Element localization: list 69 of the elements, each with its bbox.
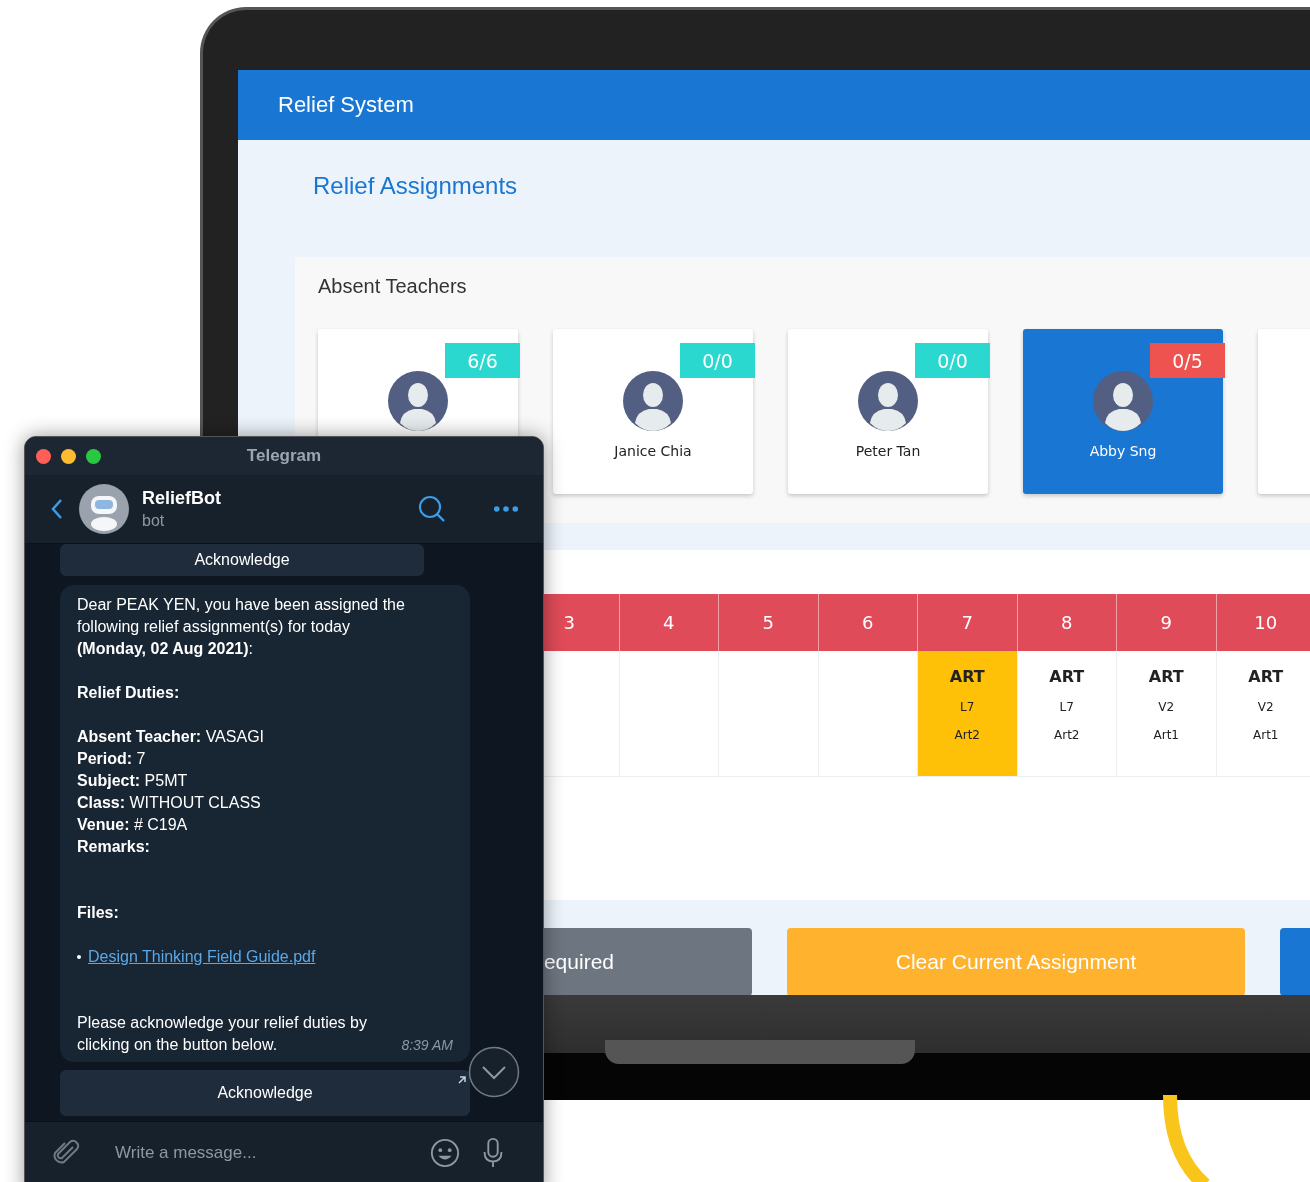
message-heading: Relief Duties: [77, 683, 181, 703]
room-text: L7 [960, 700, 975, 714]
chat-status: bot [142, 512, 166, 530]
class-text: Art2 [954, 728, 980, 742]
teacher-name: Abby Sng [1089, 443, 1157, 459]
section-title: Absent Teachers [318, 275, 468, 298]
timetable-cell[interactable]: ART V2 Art1 [1215, 651, 1310, 777]
bullet-icon [77, 955, 81, 959]
count-badge: 0/0 [915, 343, 990, 378]
timetable-cell[interactable] [718, 651, 818, 777]
teacher-name: Peter Tan [855, 443, 921, 459]
room-text: L7 [1059, 700, 1074, 714]
period-header: 5 [718, 594, 818, 651]
minimize-icon[interactable] [61, 448, 76, 464]
message-heading: Files: [77, 903, 120, 923]
count-badge: 0/0 [680, 343, 755, 378]
timetable-cell[interactable]: ART V2 Art1 [1116, 651, 1216, 777]
maximize-icon[interactable] [86, 448, 101, 464]
more-icon[interactable] [493, 505, 519, 513]
timetable-cell[interactable]: ART L7 Art2 [917, 651, 1017, 777]
room-text: V2 [1257, 700, 1274, 714]
arrow-icon [457, 1075, 467, 1085]
count-badge: 6/6 [445, 343, 520, 378]
detail-line: Subject: P5MT [77, 771, 189, 791]
detail-line: Absent Teacher: VASAGI [77, 727, 266, 747]
class-text: Art1 [1153, 728, 1179, 742]
avatar-icon [858, 371, 918, 431]
timetable-cell[interactable]: ART L7 Art2 [1016, 651, 1116, 777]
message-text: Please acknowledge your relief duties by clicking on the button below. [77, 1013, 368, 1055]
teacher-card[interactable]: 0/5 Abby Sng [1023, 329, 1223, 494]
period-header: 6 [817, 594, 917, 651]
period-header: 7 [917, 594, 1017, 651]
teacher-card[interactable]: 0/0 Peter Tan [788, 329, 988, 494]
bot-avatar-icon [79, 484, 129, 534]
detail-line: Class: WITHOUT CLASS [77, 793, 262, 813]
period-header: 9 [1116, 594, 1216, 651]
period-header: 4 [618, 594, 718, 651]
class-text: Art2 [1054, 728, 1080, 742]
avatar-icon [623, 371, 683, 431]
scroll-down-icon[interactable] [468, 1046, 520, 1098]
subject-text: ART [1049, 667, 1085, 686]
count-badge: 0/5 [1150, 343, 1225, 378]
class-text: Art1 [1253, 728, 1279, 742]
subject-text: ART [949, 667, 985, 686]
page-title: Relief Assignments [312, 171, 519, 201]
acknowledge-button[interactable]: Acknowledge [60, 544, 424, 576]
teacher-card[interactable]: 0/0 Janice Chia [553, 329, 753, 494]
back-icon[interactable] [51, 498, 63, 520]
detail-line: Venue: # C19A [77, 815, 189, 835]
detail-line: Period: 7 [77, 749, 147, 769]
avatar-icon [1093, 371, 1153, 431]
message-text: Dear PEAK YEN, you have been assigned the following relief assignment(s) for today (Monday, 02 Aug 2021): [77, 595, 406, 659]
acknowledge-button[interactable]: Acknowledge [60, 1070, 470, 1116]
avatar-icon [388, 371, 448, 431]
emoji-icon[interactable] [430, 1137, 460, 1169]
period-header: 8 [1016, 594, 1116, 651]
subject-text: ART [1148, 667, 1184, 686]
timetable-cell[interactable] [618, 651, 718, 777]
close-icon[interactable] [36, 448, 51, 464]
app-title: Relief System [278, 92, 414, 118]
detail-line: Remarks: [77, 837, 151, 857]
chat-name: ReliefBot [142, 488, 222, 509]
search-icon[interactable] [417, 494, 447, 524]
message-time: 8:39 AM [401, 1036, 453, 1055]
file-link[interactable]: Design Thinking Field Guide.pdf [88, 946, 316, 968]
room-text: V2 [1158, 700, 1175, 714]
teacher-name: Janice Chia [614, 443, 692, 459]
period-header: 10 [1215, 594, 1310, 651]
subject-text: ART [1248, 667, 1284, 686]
